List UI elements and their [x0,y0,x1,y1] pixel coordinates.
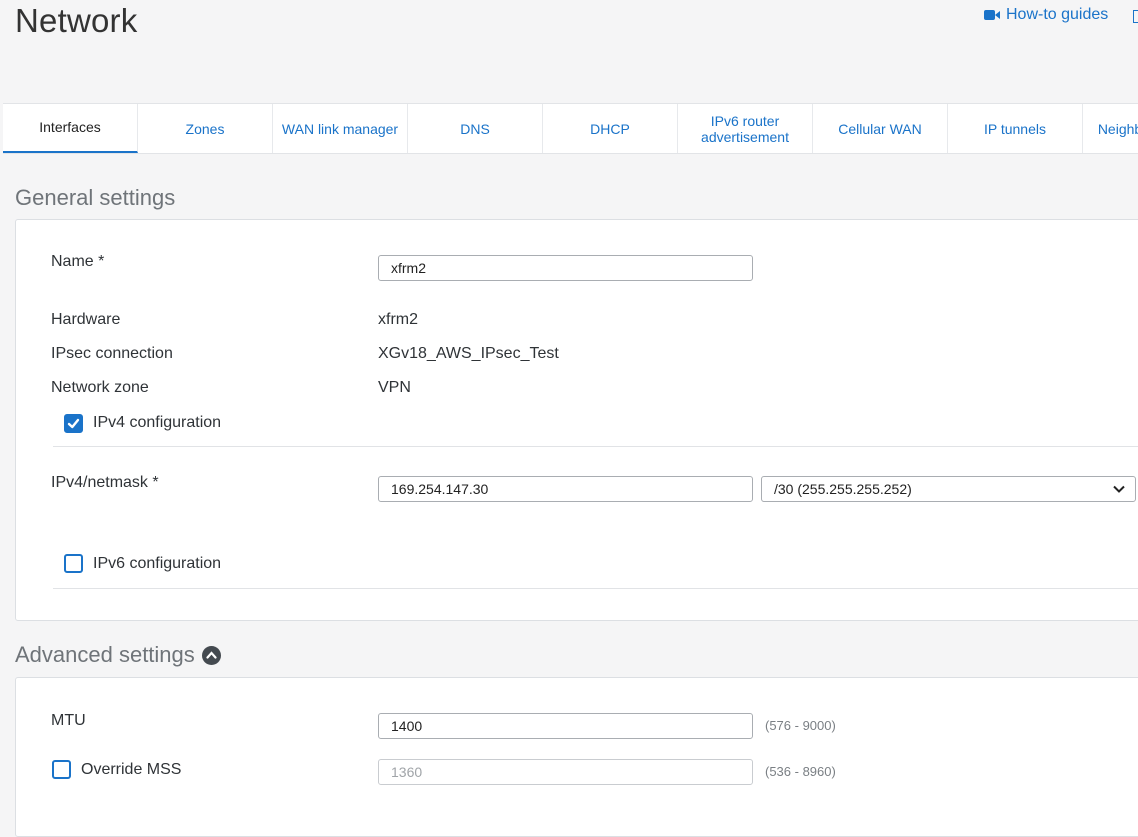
tab-bar: Interfaces Zones WAN link manager DNS DH… [3,103,1138,154]
divider [53,446,1138,447]
override-mss-label: Override MSS [81,761,182,778]
name-label: Name * [51,253,105,270]
page-title: Network [15,2,138,39]
checkmark-icon [67,418,80,429]
general-settings-panel: Name * xfrm2 Hardware xfrm2 IPsec connec… [15,219,1138,621]
divider [53,588,1138,589]
network-zone-value: VPN [378,379,411,396]
tab-dhcp[interactable]: DHCP [543,104,678,153]
name-input[interactable]: xfrm2 [378,255,753,281]
how-to-guides-label: How-to guides [1006,6,1109,23]
ipv6-configuration-label: IPv6 configuration [93,555,222,572]
general-settings-heading: General settings [15,185,176,210]
advanced-settings-title: Advanced settings [15,642,195,667]
tab-wan-link-manager[interactable]: WAN link manager [273,104,408,153]
tab-zones[interactable]: Zones [138,104,273,153]
mss-range: (536 - 8960) [765,764,836,779]
tab-ip-tunnels[interactable]: IP tunnels [948,104,1083,153]
ipsec-connection-label: IPsec connection [51,345,173,362]
ipv4-configuration-label: IPv4 configuration [93,414,222,431]
ipv4-address-input[interactable]: 169.254.147.30 [378,476,753,502]
tab-cellular-wan[interactable]: Cellular WAN [813,104,948,153]
mtu-input[interactable]: 1400 [378,713,753,739]
external-link-icon[interactable] [1133,10,1138,23]
how-to-guides-link[interactable]: How-to guides [984,6,1108,24]
hardware-value: xfrm2 [378,311,418,328]
hardware-label: Hardware [51,311,121,328]
chevron-up-icon[interactable] [201,645,221,665]
ipv6-configuration-checkbox[interactable] [64,554,83,573]
network-zone-label: Network zone [51,379,149,396]
advanced-settings-panel: MTU 1400 (576 - 9000) Override MSS 1360 … [15,677,1138,837]
netmask-selected-value: /30 (255.255.255.252) [774,481,912,497]
video-camera-icon [984,10,1000,20]
mss-input[interactable]: 1360 [378,759,753,785]
mtu-label: MTU [51,712,86,729]
ipv4-netmask-label: IPv4/netmask * [51,474,159,491]
tab-ipv6-router-advertisement[interactable]: IPv6 router advertisement [678,104,813,153]
mtu-range: (576 - 9000) [765,718,836,733]
tab-neighbors[interactable]: Neighb N [1083,104,1138,153]
ipv4-configuration-checkbox[interactable] [64,414,83,433]
tab-interfaces[interactable]: Interfaces [3,104,138,153]
chevron-down-icon [1113,485,1125,493]
advanced-settings-heading: Advanced settings [15,642,221,668]
netmask-select[interactable]: /30 (255.255.255.252) [761,476,1136,502]
override-mss-checkbox[interactable] [52,760,71,779]
ipsec-connection-value: XGv18_AWS_IPsec_Test [378,345,559,362]
tab-dns[interactable]: DNS [408,104,543,153]
